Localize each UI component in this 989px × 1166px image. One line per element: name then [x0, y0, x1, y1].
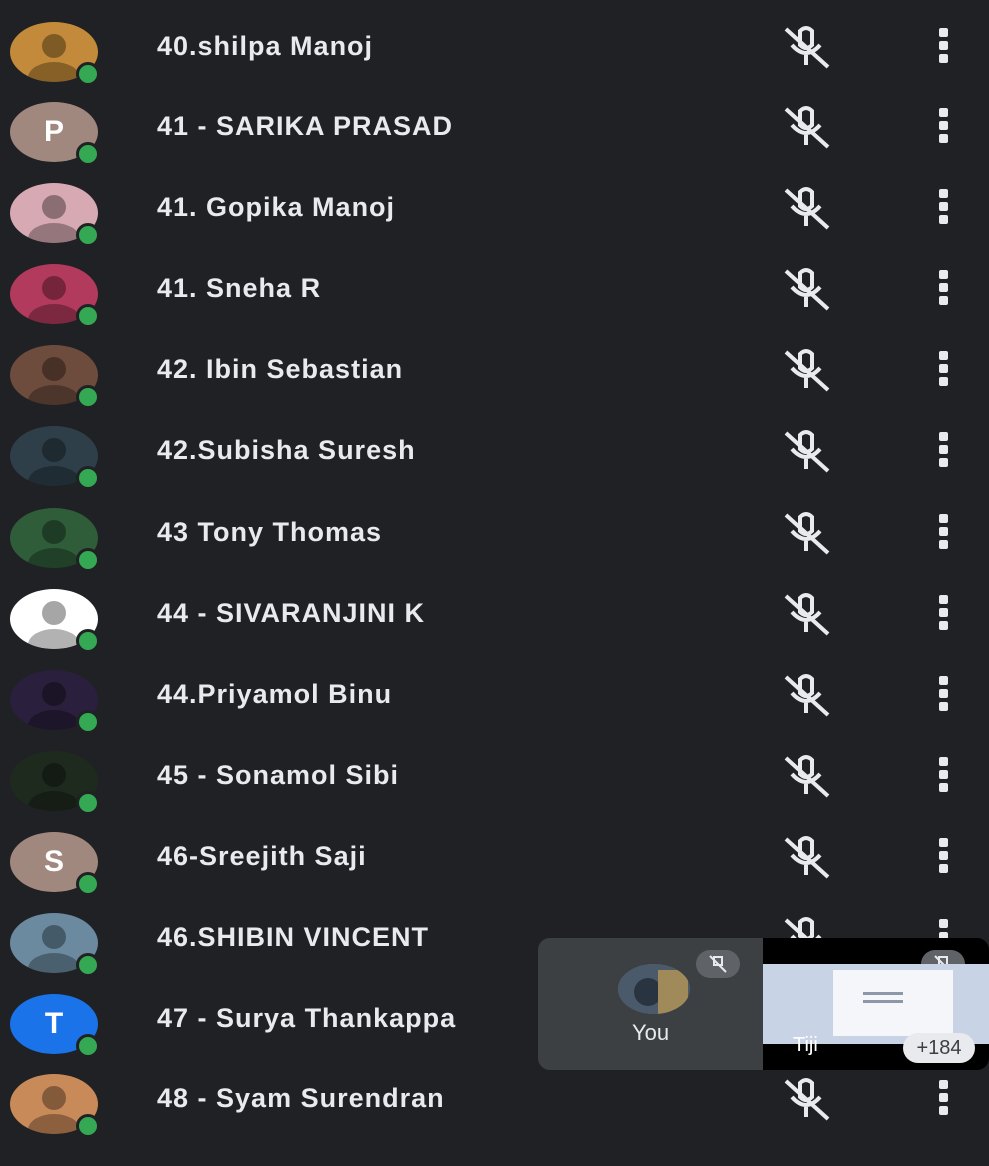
participant-name: 44 - SIVARANJINI K	[157, 598, 426, 628]
mic-off-icon[interactable]	[778, 1073, 834, 1125]
participant-row[interactable]: 43 Tony Thomas	[0, 508, 989, 600]
online-status-dot	[76, 548, 100, 572]
participant-row[interactable]: 42.Subisha Suresh	[0, 426, 989, 518]
mic-off-icon[interactable]	[778, 669, 834, 721]
mic-off-icon[interactable]	[778, 263, 834, 315]
participant-row[interactable]: 44 - SIVARANJINI K	[0, 589, 989, 681]
more-vert-icon[interactable]	[934, 348, 952, 392]
self-video-tile[interactable]: You	[538, 938, 763, 1070]
participant-name: 43 Tony Thomas	[157, 517, 383, 547]
avatar	[10, 1074, 100, 1138]
participant-row[interactable]: 42. Ibin Sebastian	[0, 345, 989, 437]
participant-name: 40.shilpa Manoj	[157, 31, 374, 61]
avatar	[10, 264, 100, 328]
online-status-dot	[76, 629, 100, 653]
more-vert-icon[interactable]	[934, 754, 952, 798]
avatar	[10, 508, 100, 572]
online-status-dot	[76, 872, 100, 896]
participant-row[interactable]: 40.shilpa Manoj	[0, 22, 989, 114]
self-avatar	[618, 964, 690, 1014]
online-status-dot	[76, 1114, 100, 1138]
screen-share-label: Tiji	[793, 1034, 818, 1056]
avatar	[10, 589, 100, 653]
mic-off-icon[interactable]	[778, 21, 834, 73]
more-vert-icon[interactable]	[934, 25, 952, 69]
more-vert-icon[interactable]	[934, 105, 952, 149]
more-vert-icon[interactable]	[934, 592, 952, 636]
participant-name: 41. Gopika Manoj	[157, 192, 396, 222]
participant-row[interactable]: 41. Sneha R	[0, 264, 989, 356]
participant-name: 42. Ibin Sebastian	[157, 354, 404, 384]
participant-row[interactable]: P 41 - SARIKA PRASAD	[0, 102, 989, 194]
mic-off-icon[interactable]	[778, 344, 834, 396]
participant-name: 41 - SARIKA PRASAD	[157, 111, 454, 141]
tile-mic-off-icon	[696, 950, 740, 978]
participant-row[interactable]: 45 - Sonamol Sibi	[0, 751, 989, 843]
more-vert-icon[interactable]	[934, 835, 952, 879]
avatar	[10, 913, 100, 977]
more-vert-icon[interactable]	[934, 429, 952, 473]
online-status-dot	[76, 710, 100, 734]
online-status-dot	[76, 304, 100, 328]
more-vert-icon[interactable]	[934, 511, 952, 555]
mic-off-icon[interactable]	[778, 831, 834, 883]
online-status-dot	[76, 953, 100, 977]
more-vert-icon[interactable]	[934, 186, 952, 230]
avatar	[10, 183, 100, 247]
online-status-dot	[76, 223, 100, 247]
participant-name: 42.Subisha Suresh	[157, 435, 416, 465]
online-status-dot	[76, 142, 100, 166]
mic-off-icon[interactable]	[778, 750, 834, 802]
mic-off-icon[interactable]	[778, 507, 834, 559]
avatar	[10, 426, 100, 490]
more-vert-icon[interactable]	[934, 1077, 952, 1121]
mic-off-icon[interactable]	[778, 182, 834, 234]
participant-name: 45 - Sonamol Sibi	[157, 760, 400, 790]
more-participants-badge[interactable]: +184	[903, 1033, 975, 1063]
avatar	[10, 670, 100, 734]
mic-off-icon[interactable]	[778, 588, 834, 640]
online-status-dot	[76, 466, 100, 490]
avatar	[10, 22, 100, 86]
shared-screen-preview	[763, 964, 989, 1044]
more-vert-icon[interactable]	[934, 673, 952, 717]
participant-name: 44.Priyamol Binu	[157, 679, 393, 709]
participant-row[interactable]: 44.Priyamol Binu	[0, 670, 989, 762]
online-status-dot	[76, 62, 100, 86]
avatar: S	[10, 832, 100, 896]
participant-row[interactable]: 48 - Syam Surendran	[0, 1074, 989, 1166]
more-vert-icon[interactable]	[934, 267, 952, 311]
online-status-dot	[76, 385, 100, 409]
mic-off-icon[interactable]	[778, 101, 834, 153]
avatar: T	[10, 994, 100, 1058]
mic-off-icon[interactable]	[778, 425, 834, 477]
avatar: P	[10, 102, 100, 166]
participant-name: 46-Sreejith Saji	[157, 841, 367, 871]
participant-name: 41. Sneha R	[157, 273, 322, 303]
avatar	[10, 751, 100, 815]
self-label: You	[631, 1020, 670, 1045]
online-status-dot	[76, 1034, 100, 1058]
participant-row[interactable]: 41. Gopika Manoj	[0, 183, 989, 275]
online-status-dot	[76, 791, 100, 815]
participant-row[interactable]: S 46-Sreejith Saji	[0, 832, 989, 924]
participant-name: 46.SHIBIN VINCENT	[157, 922, 430, 952]
participant-name: 47 - Surya Thankappa	[157, 1003, 457, 1033]
avatar	[10, 345, 100, 409]
participant-name: 48 - Syam Surendran	[157, 1083, 445, 1113]
